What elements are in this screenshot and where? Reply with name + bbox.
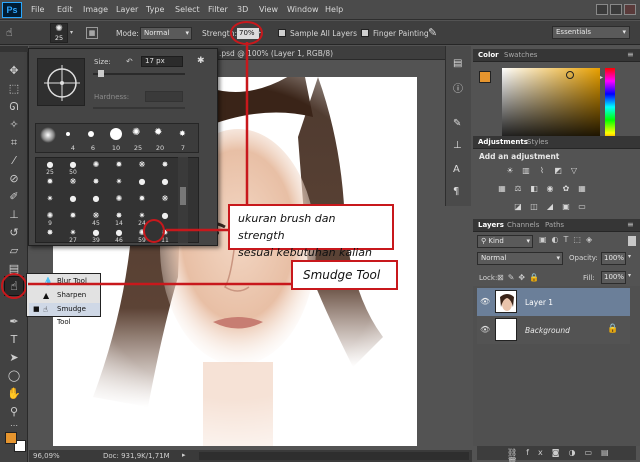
callout-line-1: ukuran brush dan strength — [238, 212, 336, 242]
brush-strength-callout: ukuran brush dan strength sesuai kebutuh… — [228, 204, 394, 259]
smudge-tool-callout: Smudge Tool — [291, 260, 398, 290]
callout-line-2: sesuai kebutuhan kalian — [238, 246, 372, 259]
